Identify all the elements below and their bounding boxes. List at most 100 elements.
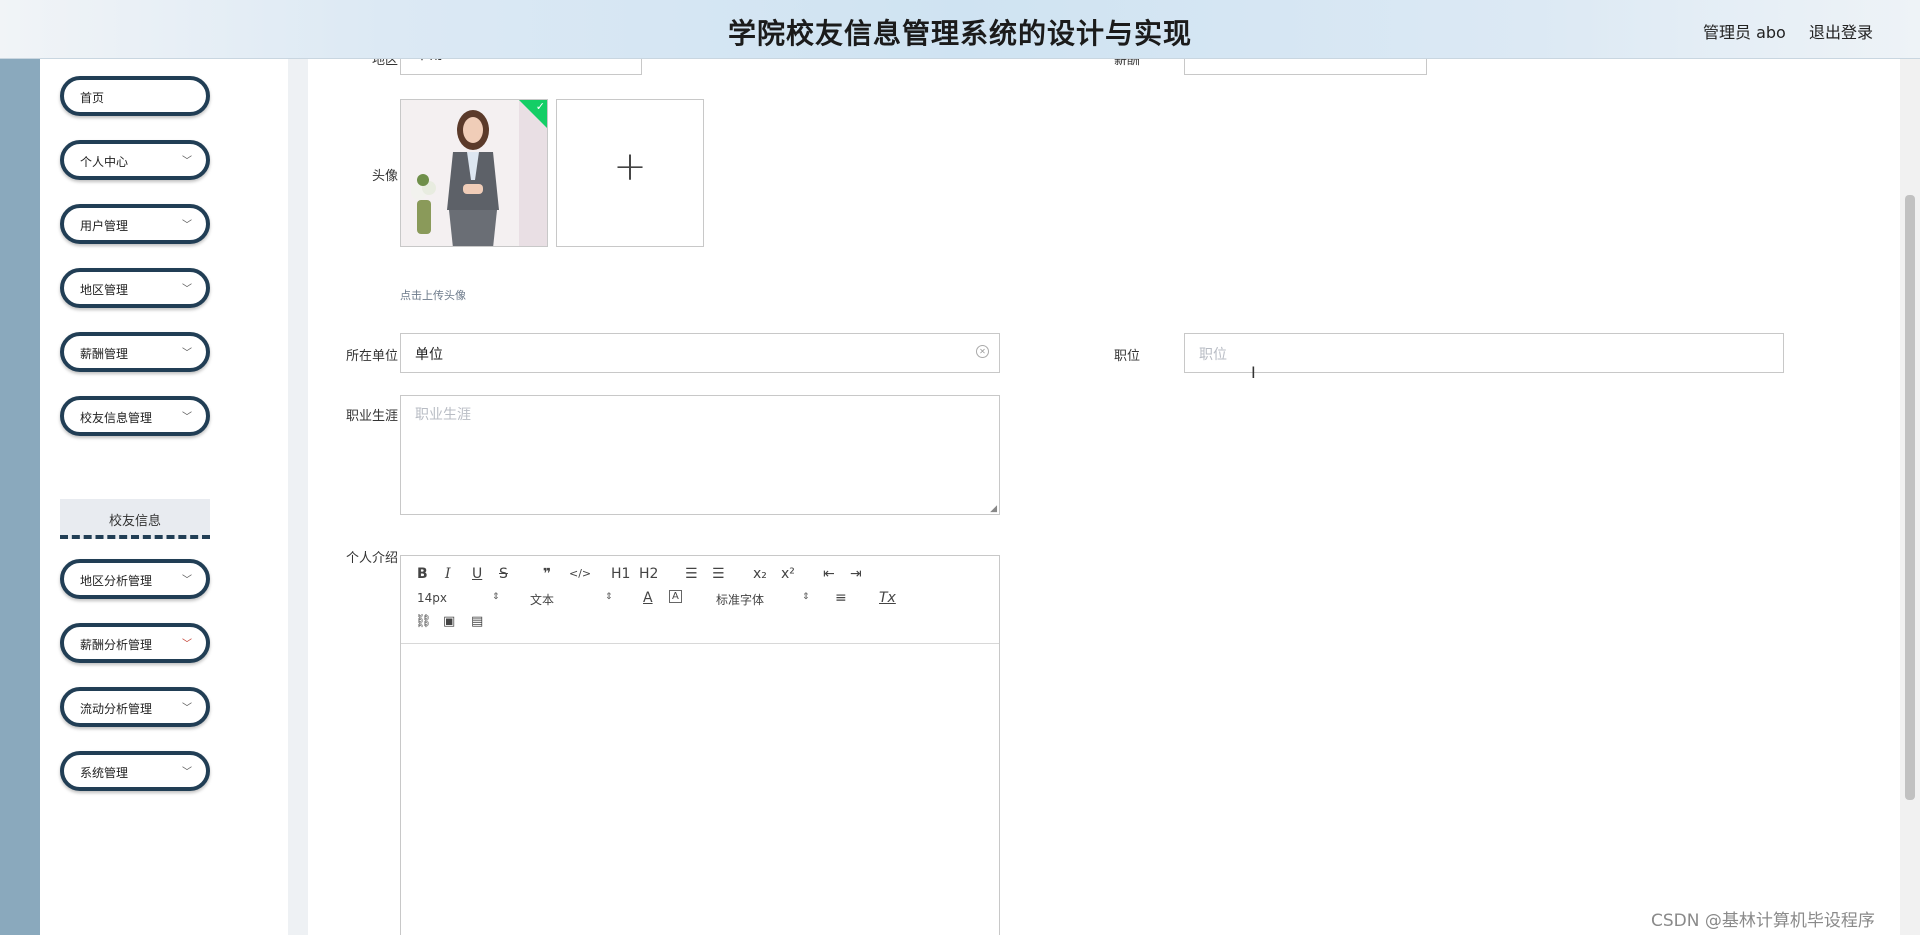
position-label: 职位	[1113, 349, 1140, 364]
region-label: 地区	[371, 59, 398, 68]
sidebar-item-label: 地区管理	[80, 283, 129, 297]
sidebar-item-label: 流动分析管理	[80, 702, 153, 716]
sidebar-item-region-analysis[interactable]: 地区分析管理 ﹀	[60, 559, 210, 599]
clear-icon[interactable]: ✕	[976, 345, 989, 358]
sidebar-item-mobility-analysis[interactable]: 流动分析管理 ﹀	[60, 687, 210, 727]
font-color-icon[interactable]: A	[643, 590, 653, 606]
chevron-down-icon: ﹀	[182, 284, 192, 295]
company-value: 单位	[415, 347, 443, 363]
sidebar-item-label: 校友信息管理	[80, 411, 153, 425]
admin-name: 管理员 abo	[1703, 23, 1786, 42]
intro-label: 个人介绍	[345, 551, 398, 566]
career-textarea[interactable]: 职业生涯 ◢	[400, 395, 1000, 515]
editor-toolbar: B I U S ❞ </> H1 H2 ☰ ☰ x₂ x² ⇤ ⇥ 14px ⇕…	[401, 556, 999, 644]
sidebar-item-label: 个人中心	[80, 155, 129, 169]
strikethrough-icon[interactable]: S	[499, 566, 508, 582]
resize-handle-icon[interactable]: ◢	[990, 504, 997, 514]
sort-arrows-icon: ⇕	[802, 592, 810, 602]
sidebar-item-home[interactable]: 首页	[60, 76, 210, 116]
chevron-down-icon: ﹀	[182, 767, 192, 778]
sidebar-subitem-alumni-info[interactable]: 校友信息	[60, 499, 210, 539]
clear-format-icon[interactable]: Tx	[879, 590, 896, 606]
sidebar-item-system-management[interactable]: 系统管理 ﹀	[60, 751, 210, 791]
background-color-icon[interactable]: A	[669, 590, 682, 603]
position-placeholder: 职位	[1199, 347, 1227, 363]
chevron-down-icon: ﹀	[182, 348, 192, 359]
sidebar-strip	[0, 59, 40, 935]
career-label: 职业生涯	[345, 409, 398, 424]
image-icon[interactable]: ▣	[443, 614, 455, 629]
sidebar-item-personal-center[interactable]: 个人中心 ﹀	[60, 140, 210, 180]
sidebar: 首页 个人中心 ﹀ 用户管理 ﹀ 地区管理 ﹀ 薪酬管理 ﹀ 校友信息管理 ﹀ …	[40, 59, 288, 935]
rich-text-editor: B I U S ❞ </> H1 H2 ☰ ☰ x₂ x² ⇤ ⇥ 14px ⇕…	[400, 555, 1000, 935]
indent-icon[interactable]: ⇥	[850, 566, 862, 582]
text-cursor-icon: I	[1251, 363, 1256, 382]
content-gutter	[288, 59, 308, 935]
avatar-upload-hint: 点击上传头像	[400, 289, 466, 302]
company-label: 所在单位	[345, 349, 398, 364]
career-placeholder: 职业生涯	[415, 407, 471, 423]
bold-icon[interactable]: B	[417, 566, 428, 582]
italic-icon[interactable]: I	[445, 566, 451, 582]
heading1-icon[interactable]: H1	[611, 566, 630, 582]
chevron-down-icon: ﹀	[182, 703, 192, 714]
sidebar-item-user-management[interactable]: 用户管理 ﹀	[60, 204, 210, 244]
sort-arrows-icon: ⇕	[492, 592, 500, 602]
align-icon[interactable]: ≡	[835, 590, 847, 606]
sidebar-item-label: 系统管理	[80, 766, 129, 780]
chevron-down-icon: ﹀	[182, 639, 192, 650]
salary-select[interactable]: 5000-8000 ﹀	[1184, 59, 1427, 75]
plus-icon: +	[613, 144, 647, 190]
sidebar-item-salary-management[interactable]: 薪酬管理 ﹀	[60, 332, 210, 372]
page-title: 学院校友信息管理系统的设计与实现	[727, 17, 1192, 50]
heading2-icon[interactable]: H2	[639, 566, 658, 582]
outdent-icon[interactable]: ⇤	[823, 566, 835, 582]
sidebar-item-region-management[interactable]: 地区管理 ﹀	[60, 268, 210, 308]
region-select[interactable]: 华南 ﹀	[400, 59, 642, 75]
company-input[interactable]: 单位 ✕	[400, 333, 1000, 373]
font-family-select[interactable]: 标准字体 ⇕	[716, 591, 812, 608]
font-family-value: 标准字体	[716, 593, 765, 607]
salary-value: 5000-8000	[1199, 59, 1275, 60]
sidebar-item-alumni-management[interactable]: 校友信息管理 ﹀	[60, 396, 210, 436]
text-format-select[interactable]: 文本 ⇕	[530, 591, 616, 608]
code-icon[interactable]: </>	[569, 567, 591, 580]
sidebar-item-label: 用户管理	[80, 219, 129, 233]
quote-icon[interactable]: ❞	[543, 566, 551, 582]
avatar-upload-button[interactable]: +	[556, 99, 704, 247]
header: 学院校友信息管理系统的设计与实现 管理员 abo 退出登录	[0, 0, 1920, 59]
bullet-list-icon[interactable]: ☰	[712, 566, 725, 582]
sidebar-item-salary-analysis[interactable]: 薪酬分析管理 ﹀	[60, 623, 210, 663]
editor-body[interactable]	[401, 645, 999, 935]
region-value: 华南	[415, 59, 443, 64]
form-panel: 地区 华南 ﹀ 薪酬 5000-8000 ﹀ 头像 ✓	[308, 59, 1900, 935]
ordered-list-icon[interactable]: ☰	[685, 566, 698, 582]
link-icon[interactable]: ⛓	[415, 614, 432, 629]
logout-button[interactable]: 退出登录	[1809, 19, 1873, 43]
scrollbar-thumb[interactable]	[1905, 195, 1915, 800]
avatar-label: 头像	[371, 169, 398, 184]
sidebar-item-label: 地区分析管理	[80, 574, 153, 588]
sidebar-subitem-label: 校友信息	[108, 514, 161, 529]
chevron-down-icon: ﹀	[182, 156, 192, 167]
watermark: CSDN @基林计算机毕设程序	[1651, 911, 1875, 931]
position-input[interactable]: 职位	[1184, 333, 1784, 373]
avatar-image[interactable]: ✓	[400, 99, 548, 247]
chevron-up-icon: ﹀	[182, 412, 192, 423]
chevron-down-icon: ﹀	[182, 575, 192, 586]
salary-label: 薪酬	[1113, 59, 1140, 68]
video-icon[interactable]: ▤	[471, 614, 483, 629]
subscript-icon[interactable]: x₂	[753, 566, 767, 582]
superscript-icon[interactable]: x²	[781, 566, 795, 582]
sidebar-item-label: 薪酬管理	[80, 347, 129, 361]
chevron-down-icon: ﹀	[182, 220, 192, 231]
sort-arrows-icon: ⇕	[605, 592, 613, 602]
text-format-value: 文本	[530, 593, 555, 607]
chevron-down-icon: ﹀	[1406, 59, 1416, 61]
chevron-down-icon: ﹀	[621, 59, 631, 61]
underline-icon[interactable]: U	[472, 566, 482, 582]
check-icon: ✓	[535, 100, 545, 113]
font-size-select[interactable]: 14px ⇕	[417, 591, 503, 605]
font-size-value: 14px	[417, 591, 447, 605]
sidebar-item-label: 薪酬分析管理	[80, 638, 153, 652]
